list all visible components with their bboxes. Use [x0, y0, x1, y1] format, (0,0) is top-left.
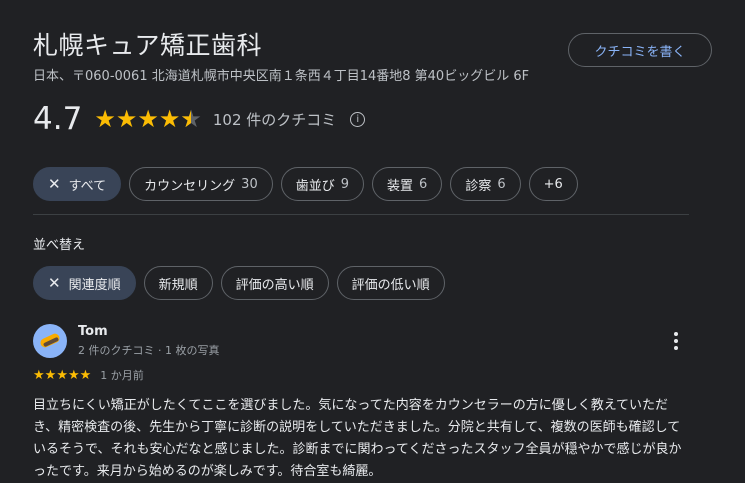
place-title: 札幌キュア矯正歯科 — [33, 31, 263, 60]
more-options-icon[interactable] — [673, 332, 679, 350]
star-icon: ★ — [137, 105, 159, 133]
filter-chip-exam[interactable]: 診察 6 — [450, 167, 521, 201]
sort-chips: ✕ 関連度順 新規順 評価の高い順 評価の低い順 — [33, 266, 445, 300]
average-rating: 4.7 — [33, 101, 83, 137]
sort-chip-newest[interactable]: 新規順 — [143, 266, 213, 300]
filter-chip-alignment[interactable]: 歯並び 9 — [280, 167, 365, 201]
review-count: 102 件のクチコミ — [212, 110, 337, 129]
review-text: 目立ちにくい矯正がしたくてここを選びました。気になってた内容をカウンセラーの方に… — [33, 398, 682, 479]
filter-chip-count: 6 — [497, 176, 506, 192]
filter-chip-appliance[interactable]: 装置 6 — [372, 167, 443, 201]
sort-label: 並べ替え — [33, 238, 86, 253]
close-icon: ✕ — [48, 274, 61, 292]
filter-chip-more[interactable]: +6 — [528, 167, 578, 201]
sort-chip-highest[interactable]: 評価の高い順 — [220, 266, 329, 300]
sort-chip-lowest[interactable]: 評価の低い順 — [336, 266, 445, 300]
sort-chip-label: 新規順 — [158, 277, 198, 293]
sort-chip-label: 評価の高い順 — [235, 277, 314, 293]
star-icon: ★ — [56, 367, 68, 383]
star-icon: ★ — [158, 105, 181, 133]
review-rating: ★ ★ ★ ★ ★ 1 か月前 — [33, 367, 144, 383]
star-icon: ★ — [44, 367, 57, 383]
half-star-icon: ★ — [180, 107, 202, 131]
star-icon: ★ — [79, 367, 92, 383]
filter-chip-all[interactable]: ✕ すべて — [33, 167, 122, 201]
filter-chip-count: 6 — [419, 176, 428, 192]
filter-chip-count: 30 — [241, 176, 258, 192]
filter-chip-count: 9 — [340, 176, 350, 192]
place-address: 日本、〒060-0061 北海道札幌市中央区南１条西４丁目14番地8 第40ビッ… — [33, 69, 530, 84]
topic-filter-chips: ✕ すべて カウンセリング 30 歯並び 9 装置 6 診察 6 +6 — [33, 167, 578, 201]
filter-chip-label: +6 — [543, 176, 563, 192]
write-review-button[interactable]: クチコミを書く — [568, 33, 712, 67]
review-time: 1 か月前 — [100, 369, 144, 382]
sort-chip-label: 評価の低い順 — [351, 277, 430, 293]
sort-chip-label: 関連度順 — [68, 277, 121, 293]
filter-chip-label: 歯並び — [295, 178, 335, 194]
filter-chip-counseling[interactable]: カウンセリング 30 — [129, 167, 273, 201]
avatar[interactable] — [33, 324, 67, 358]
star-icon: ★ — [33, 367, 45, 383]
sort-chip-relevance[interactable]: ✕ 関連度順 — [33, 266, 136, 300]
section-divider — [33, 214, 689, 215]
star-icon: ★ — [94, 105, 116, 133]
filter-chip-label: カウンセリング — [144, 178, 236, 194]
rating-stars: ★ ★ ★ ★ ★ — [94, 107, 202, 131]
rating-summary: 4.7 ★ ★ ★ ★ ★ 102 件のクチコミ i — [33, 101, 366, 137]
filter-chip-label: 診察 — [465, 178, 492, 194]
info-icon[interactable]: i — [350, 111, 366, 127]
reviewer-name[interactable]: Tom — [78, 324, 108, 339]
star-icon: ★ — [67, 367, 80, 383]
filter-chip-label: 装置 — [387, 178, 414, 194]
close-icon: ✕ — [48, 175, 61, 193]
reviewer-meta: 2 件のクチコミ · 1 枚の写真 — [78, 344, 220, 357]
star-icon: ★ — [115, 105, 138, 133]
filter-chip-label: すべて — [68, 178, 107, 194]
